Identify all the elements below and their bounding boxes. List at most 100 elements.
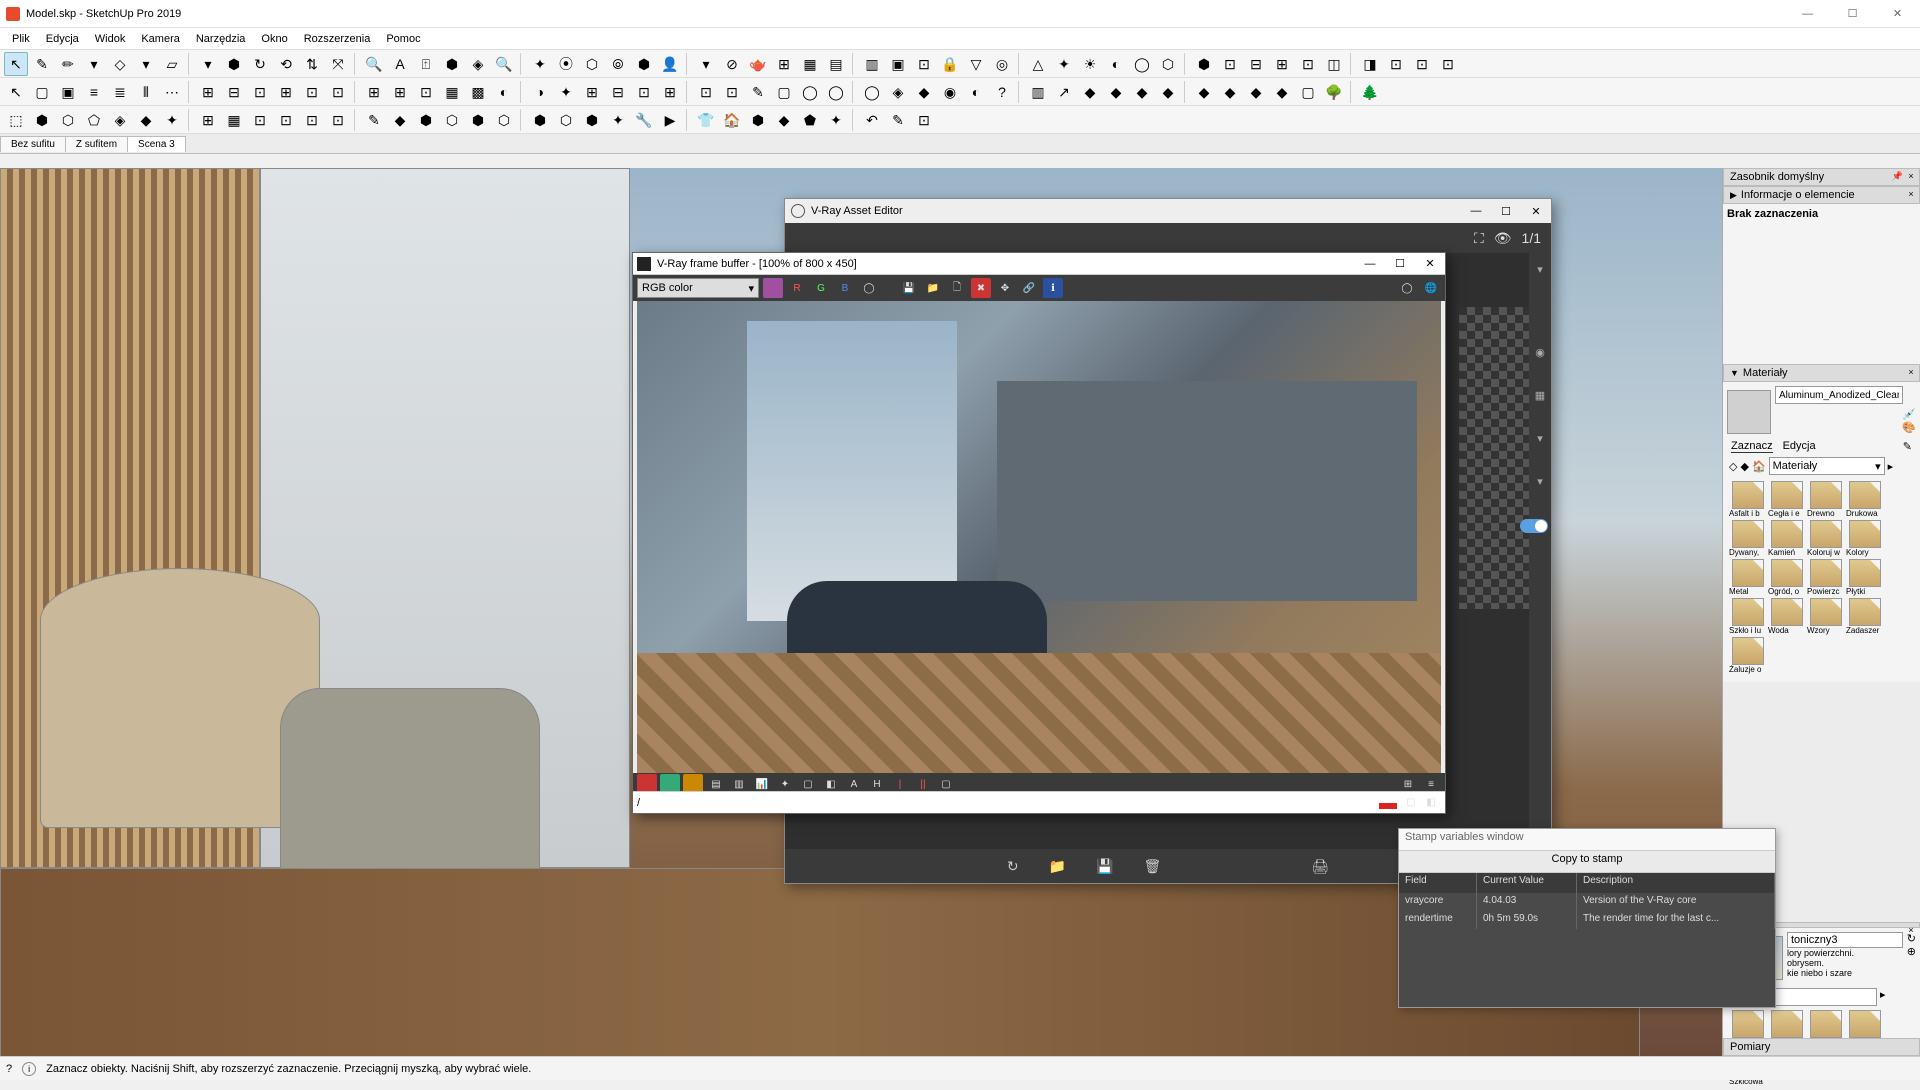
material-folder[interactable]: Wzory	[1807, 598, 1844, 635]
tab-edit[interactable]: Edycja	[1783, 440, 1816, 453]
tool-button[interactable]: ⊡	[912, 108, 936, 132]
folder-icon[interactable]: 📁	[1049, 859, 1066, 873]
table-row[interactable]: vraycore 4.04.03 Version of the V-Ray co…	[1399, 893, 1775, 911]
back-icon[interactable]: ◇	[1729, 460, 1737, 473]
close-icon[interactable]: ×	[1905, 367, 1917, 379]
tool-button[interactable]: ⬢	[632, 52, 656, 76]
tool-button[interactable]: ⬢	[580, 108, 604, 132]
stop-icon[interactable]: ✖	[971, 278, 991, 298]
icon[interactable]: ▢	[1401, 793, 1421, 813]
clear-icon[interactable]: 🗋	[947, 278, 967, 298]
material-folder[interactable]: Kolory	[1846, 520, 1883, 557]
material-folder[interactable]: Ogród, o	[1768, 559, 1805, 596]
tool-button[interactable]: 🔍	[492, 52, 516, 76]
stamp-title[interactable]: Stamp variables window	[1399, 829, 1775, 851]
material-folder[interactable]: Koloruj w	[1807, 520, 1844, 557]
tool-button[interactable]: ▽	[964, 52, 988, 76]
maximize-button[interactable]: ☐	[1385, 253, 1415, 275]
tool-button[interactable]: ⬢	[222, 52, 246, 76]
tool-button[interactable]: ⊞	[1270, 52, 1294, 76]
tool-button[interactable]: ⬟	[798, 108, 822, 132]
tool-button[interactable]: ⊡	[248, 108, 272, 132]
tool-button[interactable]: 🫖	[746, 52, 770, 76]
minimize-button[interactable]: —	[1785, 0, 1830, 28]
tool-button[interactable]: ↗	[1052, 80, 1076, 104]
render-view[interactable]	[637, 301, 1441, 773]
tool-button[interactable]: ◆	[1104, 80, 1128, 104]
tool-button[interactable]: ⊞	[274, 80, 298, 104]
scene-tab[interactable]: Z sufitem	[65, 136, 128, 152]
copy-to-stamp-button[interactable]: Copy to stamp	[1399, 851, 1775, 873]
info-icon[interactable]: i	[22, 1062, 36, 1076]
menu-tools[interactable]: Narzędzia	[188, 31, 254, 47]
tool-button[interactable]: ◐	[492, 80, 516, 104]
tool-button[interactable]: ◈	[108, 108, 132, 132]
tool-button[interactable]: ⊡	[1436, 52, 1460, 76]
material-folder[interactable]: Woda	[1768, 598, 1805, 635]
material-folder[interactable]: Żaluzje o	[1729, 637, 1766, 674]
tool-button[interactable]: ⬡	[554, 108, 578, 132]
tool-button[interactable]: ⊡	[912, 52, 936, 76]
tool-button[interactable]: ▣	[886, 52, 910, 76]
tool-button[interactable]: 🌳	[1322, 80, 1346, 104]
tool-button[interactable]: ≣	[108, 80, 132, 104]
material-folder[interactable]: Asfalt i b	[1729, 481, 1766, 518]
tool-button[interactable]: ?	[990, 80, 1014, 104]
maximize-button[interactable]: ☐	[1830, 0, 1875, 28]
tool-button[interactable]: ⬡	[56, 108, 80, 132]
tool-button[interactable]: ⍐	[414, 52, 438, 76]
tool-button[interactable]: ▥	[1026, 80, 1050, 104]
material-folder[interactable]: Powierzc	[1807, 559, 1844, 596]
tool-button[interactable]: ◇	[108, 52, 132, 76]
tool-button[interactable]: ⇅	[300, 52, 324, 76]
tool-button[interactable]: ⊡	[720, 80, 744, 104]
tool-button[interactable]: ⊡	[274, 108, 298, 132]
tool-button[interactable]: ◯	[798, 80, 822, 104]
tool-button[interactable]: ▩	[466, 80, 490, 104]
tool-button[interactable]: ⊞	[196, 108, 220, 132]
expand-icon[interactable]: ⛶	[1474, 231, 1484, 245]
tool-button[interactable]: ◆	[1156, 80, 1180, 104]
tool-button[interactable]: ◆	[134, 108, 158, 132]
eyedropper-icon[interactable]: 💉	[1902, 409, 1916, 421]
refresh-icon[interactable]: ↻	[1007, 859, 1019, 873]
tool-button[interactable]: ✦	[606, 108, 630, 132]
measure-header[interactable]: Pomiary	[1723, 1038, 1920, 1056]
tool-button[interactable]: ⊡	[326, 80, 350, 104]
material-folder[interactable]: Zadaszer	[1846, 598, 1883, 635]
tool-button[interactable]: ◐	[964, 80, 988, 104]
tool-button[interactable]: ◑	[528, 80, 552, 104]
r-channel-button[interactable]: R	[787, 278, 807, 298]
icon[interactable]: ◧	[1421, 793, 1441, 813]
tool-button[interactable]: ▾	[134, 52, 158, 76]
toggle-switch[interactable]	[1520, 519, 1548, 533]
material-folder[interactable]: Drukowa	[1846, 481, 1883, 518]
tool-button[interactable]: ⊟	[606, 80, 630, 104]
tool-button[interactable]: ⊡	[300, 80, 324, 104]
dot-icon[interactable]: ◉	[1535, 346, 1545, 359]
tool-button[interactable]: ⊡	[414, 80, 438, 104]
material-folder[interactable]: Dywany,	[1729, 520, 1766, 557]
tool-button[interactable]: ✎	[362, 108, 386, 132]
tool-button[interactable]: ◉	[938, 80, 962, 104]
region-icon[interactable]: ✥	[995, 278, 1015, 298]
tool-button[interactable]: 🔒	[938, 52, 962, 76]
tool-button[interactable]: ⊡	[1218, 52, 1242, 76]
tool-button[interactable]: ⊞	[388, 80, 412, 104]
circle-icon[interactable]: ◯	[1397, 278, 1417, 298]
minimize-button[interactable]: —	[1355, 253, 1385, 275]
eye-icon[interactable]: 👁	[1494, 231, 1512, 245]
tool-button[interactable]: ⊞	[196, 80, 220, 104]
tool-button[interactable]: ◯	[1130, 52, 1154, 76]
tool-button[interactable]: ◈	[886, 80, 910, 104]
mono-button[interactable]: ◯	[859, 278, 879, 298]
tool-button[interactable]: ✦	[160, 108, 184, 132]
menu-edit[interactable]: Edycja	[38, 31, 87, 47]
tool-button[interactable]: ▾	[82, 52, 106, 76]
material-folder[interactable]: Drewno	[1807, 481, 1844, 518]
tool-button[interactable]: ✎	[746, 80, 770, 104]
tool-button[interactable]: 🌲	[1358, 80, 1382, 104]
tool-button[interactable]: ↖	[4, 80, 28, 104]
tool-button[interactable]: 🔧	[632, 108, 656, 132]
chevron-icon[interactable]: ▾	[1537, 475, 1543, 488]
